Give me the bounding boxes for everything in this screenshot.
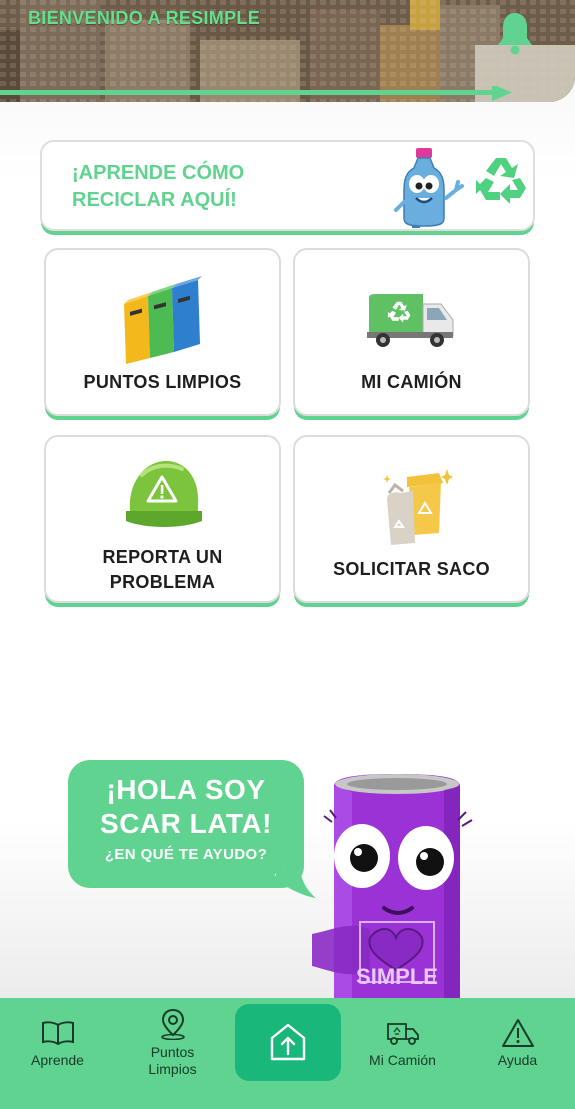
alert-icon [501, 1019, 534, 1047]
nav-label-line2: Limpios [148, 1061, 197, 1077]
card-label-solicitar-saco: SOLICITAR SACO [333, 559, 490, 579]
nav-label-aprende: Aprende [31, 1052, 84, 1068]
recycling-bins-icon [124, 276, 202, 364]
card-label-line2: PROBLEMA [109, 572, 216, 592]
truck-icon [386, 1023, 419, 1045]
learn-recycling-banner[interactable]: ¡APRENDE CÓMO RECICLAR AQUÍ! [40, 140, 535, 231]
learn-banner-line1: ¡APRENDE CÓMO [72, 162, 245, 184]
assistant-question: ¿EN QUÉ TE AYUDO? [104, 846, 268, 863]
speech-bubble-tail [276, 870, 316, 898]
card-reporta-problema[interactable]: REPORTA UN PROBLEMA [44, 435, 281, 603]
card-puntos-limpios[interactable]: PUNTOS LIMPIOS [44, 248, 281, 416]
bottle-mascot-icon [394, 148, 464, 228]
header-banner: BIENVENIDO A RESIMPLE [0, 0, 575, 102]
card-label-line1: REPORTA UN [102, 547, 223, 567]
learn-banner-line2: RECICLAR AQUÍ! [72, 189, 237, 211]
learn-banner-text: ¡APRENDE CÓMO RECICLAR AQUÍ! [72, 160, 244, 214]
warning-helmet-icon [126, 461, 202, 527]
garbage-truck-icon [367, 294, 454, 347]
map-pin-icon [160, 1008, 185, 1040]
assistant-speech-bubble[interactable]: ¡HOLA SOY SCAR LATA! ¿EN QUÉ TE AYUDO? [68, 760, 304, 888]
card-solicitar-saco[interactable]: SOLICITAR SACO [293, 435, 530, 603]
book-icon [41, 1021, 74, 1046]
assistant-greeting-line1: ¡HOLA SOY [106, 774, 266, 805]
can-brand-text: SIMPLE [356, 964, 438, 989]
welcome-title: BIENVENIDO A RESIMPLE [28, 8, 260, 28]
nav-item-aprende[interactable]: Aprende [0, 998, 115, 1109]
card-label-puntos-limpios: PUNTOS LIMPIOS [83, 372, 242, 392]
scar-lata-can-mascot[interactable]: SIMPLE [312, 770, 482, 1002]
nav-item-mi-camion[interactable]: Mi Camión [345, 998, 460, 1109]
card-label-mi-camion: MI CAMIÓN [361, 372, 462, 392]
nav-label-ayuda: Ayuda [497, 1052, 538, 1068]
header-arrow-decoration [0, 86, 512, 101]
nav-label-puntos-limpios: Puntos Limpios [115, 1044, 230, 1078]
nav-item-ayuda[interactable]: Ayuda [460, 998, 575, 1109]
card-mi-camion[interactable]: MI CAMIÓN [293, 248, 530, 416]
bell-icon[interactable] [494, 10, 536, 56]
card-label-reporta-problema: REPORTA UN PROBLEMA [46, 545, 279, 595]
sack-bin-icon [383, 469, 453, 545]
bottom-navigation: Aprende Puntos Limpios Mi Camión Ayuda [0, 998, 575, 1109]
recycle-icon [476, 158, 526, 204]
nav-label-mi-camion: Mi Camión [369, 1052, 436, 1068]
assistant-greeting-line2: SCAR LATA! [100, 808, 272, 839]
nav-label-line1: Puntos [150, 1044, 195, 1060]
nav-item-puntos-limpios[interactable]: Puntos Limpios [115, 998, 230, 1109]
home-button[interactable] [235, 1004, 341, 1081]
home-upload-icon [270, 1023, 306, 1061]
